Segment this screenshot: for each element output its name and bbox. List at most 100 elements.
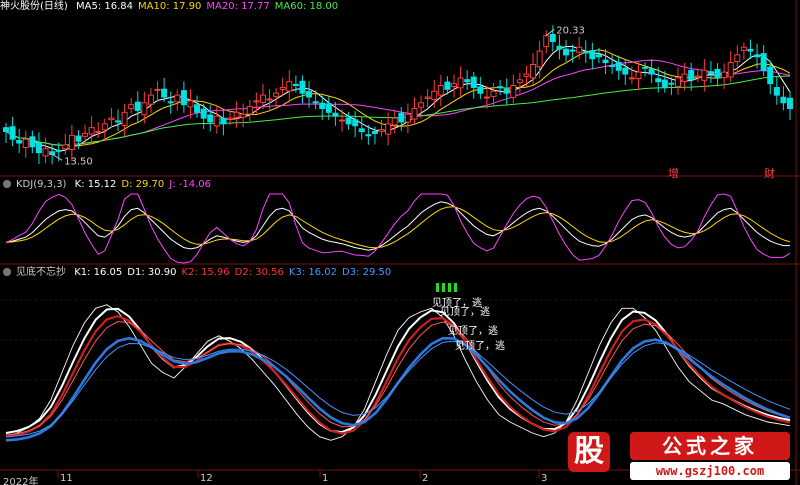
indicator-legend: K1: 16.05 D1: 30.90 K2: 15.96 D2: 30.56 K3: … xyxy=(74,267,396,278)
date-label: 2 xyxy=(422,473,429,484)
candle-body xyxy=(9,126,16,140)
kdj-panel-header: KDJ(9,3,3) K: 15.12 D: 29.70 J: -14.06 xyxy=(0,178,221,192)
candle-body xyxy=(675,77,681,87)
candle-body xyxy=(332,112,339,117)
candle-body xyxy=(3,127,9,133)
candle-body xyxy=(213,115,220,127)
candle-body xyxy=(668,82,675,85)
candle-body xyxy=(398,112,405,123)
candle-body xyxy=(22,138,29,148)
indicator-k3-line xyxy=(5,336,791,442)
candle-body xyxy=(286,81,293,92)
event-badge-zeng[interactable]: 增 xyxy=(668,165,679,181)
kdj-legend-item-1: D: 29.70 xyxy=(121,179,165,190)
indicator-legend-item-5: D3: 29.50 xyxy=(342,267,392,278)
indicator-d1-line xyxy=(5,307,791,434)
candle-body xyxy=(319,102,326,110)
candle-body xyxy=(464,79,471,83)
kdj-title: KDJ(9,3,3) xyxy=(16,179,67,190)
candle-body xyxy=(29,136,36,148)
indicator-d3-line xyxy=(5,340,791,438)
candle-body xyxy=(549,33,556,42)
candle-body xyxy=(740,46,747,51)
kdj-legend: K: 15.12 D: 29.70 J: -14.06 xyxy=(75,179,216,190)
candle-body xyxy=(503,88,510,94)
candle-body xyxy=(279,86,286,91)
candle-body xyxy=(194,104,201,113)
candle-body xyxy=(141,102,148,116)
candle-body xyxy=(411,108,418,120)
date-label: 11 xyxy=(60,473,73,484)
candle-body xyxy=(648,68,655,75)
candle-body xyxy=(582,51,589,54)
logo-url: www.gszj100.com xyxy=(630,462,790,480)
candle-body xyxy=(273,92,280,97)
candle-body xyxy=(497,86,504,89)
indicator-legend-item-4: K3: 16.02 xyxy=(288,267,338,278)
candle-body xyxy=(530,63,537,79)
candle-body xyxy=(734,54,741,63)
candle-body xyxy=(747,48,754,52)
candle-body xyxy=(694,75,701,78)
candle-body xyxy=(378,129,385,132)
candle-body xyxy=(609,65,616,68)
candle-body xyxy=(655,78,662,83)
candle-body xyxy=(642,66,649,69)
candle-body xyxy=(661,79,668,88)
signal-bar xyxy=(436,283,439,292)
candle-body xyxy=(371,130,378,134)
candle-body xyxy=(391,117,398,126)
candle-body xyxy=(207,114,214,123)
candle-body xyxy=(246,106,253,115)
candle-body xyxy=(714,68,721,79)
main-title: 神火股份(日线) xyxy=(0,1,68,12)
candle-body xyxy=(721,71,728,79)
candle-body xyxy=(312,101,319,104)
candle-body xyxy=(259,94,266,103)
candle-body xyxy=(569,49,576,52)
top-signal-label: 见顶了，逃 xyxy=(440,305,490,318)
date-label: 1 xyxy=(322,473,329,484)
candle-body xyxy=(233,111,240,118)
kdj-legend-item-0: K: 15.12 xyxy=(74,179,117,190)
candle-body xyxy=(35,142,42,154)
candle-body xyxy=(628,77,635,80)
candle-body xyxy=(49,151,56,156)
chart-root: 20.33 13.50 见顶了，逃 见顶了，逃 见顶了，逃 见顶了，逃 神火股份(日线) … xyxy=(0,0,800,485)
candle-body xyxy=(760,53,767,71)
candle-body xyxy=(115,120,121,123)
candle-body xyxy=(365,134,372,137)
candle-body xyxy=(589,50,596,60)
candle-body xyxy=(780,96,787,104)
candle-body xyxy=(477,86,484,94)
candle-body xyxy=(523,73,530,77)
indicator-k2-line xyxy=(5,314,791,438)
candle-body xyxy=(88,127,95,135)
candle-body xyxy=(787,97,793,110)
signal-bar xyxy=(448,283,451,292)
candle-body xyxy=(622,67,629,75)
candle-body xyxy=(227,117,233,120)
candle-body xyxy=(635,71,642,80)
ma-legend-item-0: MA5: 16.84 xyxy=(76,1,134,12)
candle-body xyxy=(576,46,583,53)
candle-body xyxy=(707,71,714,75)
candle-body xyxy=(727,62,734,78)
top-signal-label: 见顶了，逃 xyxy=(455,339,505,352)
event-badge-cai[interactable]: 财 xyxy=(764,165,775,181)
candle-body xyxy=(134,101,141,111)
candle-body xyxy=(16,139,23,144)
main-panel-header: 神火股份(日线) MA5: 16.84 MA10: 17.90 MA20: 17.7… xyxy=(0,0,348,14)
candle-body xyxy=(101,123,108,131)
candle-body xyxy=(128,104,135,110)
kdj-legend-item-2: J: -14.06 xyxy=(169,179,212,190)
candle-body xyxy=(253,100,260,103)
candle-body xyxy=(754,54,761,58)
date-label: 3 xyxy=(541,473,548,484)
panel-collapse-icon[interactable] xyxy=(3,180,11,188)
candle-body xyxy=(431,90,438,101)
candle-body xyxy=(240,113,247,118)
signal-bar xyxy=(442,283,445,292)
candle-body xyxy=(68,134,75,151)
panel-collapse-icon[interactable] xyxy=(3,268,11,276)
